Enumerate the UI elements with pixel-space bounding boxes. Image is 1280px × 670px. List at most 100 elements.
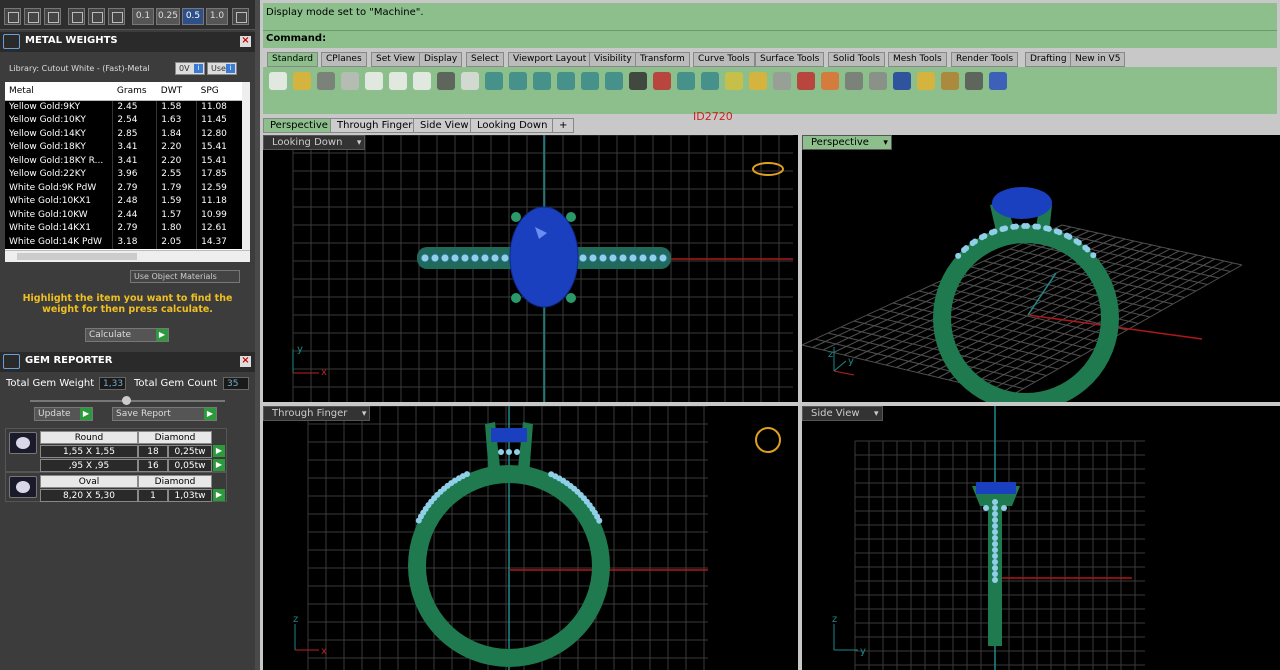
- snap-0.25[interactable]: 0.25: [156, 8, 180, 25]
- viewport-label-perspective[interactable]: Perspective: [802, 135, 892, 150]
- undo-icon[interactable]: [437, 72, 455, 90]
- camera-icon[interactable]: [701, 72, 719, 90]
- gem-row[interactable]: Round Diamond 1,55 X 1,55 18 0,25tw ▶ ,95 X ,9…: [5, 428, 227, 472]
- viewport-label-side-view[interactable]: Side View: [802, 406, 883, 421]
- tab-surface-tools[interactable]: Surface Tools: [755, 52, 825, 67]
- tab-transform[interactable]: Transform: [635, 52, 690, 67]
- column-header[interactable]: Metal: [5, 82, 113, 101]
- table-row[interactable]: White Gold:14KX1 2.79 1.80 12.61: [5, 221, 243, 235]
- open-folder-icon[interactable]: [293, 72, 311, 90]
- light-bulb-icon[interactable]: [725, 72, 743, 90]
- viewport-tab-looking-down[interactable]: Looking Down: [470, 118, 555, 133]
- use-object-materials-toggle[interactable]: Use Object Materials: [130, 270, 240, 283]
- zoom-extents-icon[interactable]: [557, 72, 575, 90]
- viewport-looking-down[interactable]: y x Looking Down: [263, 135, 798, 402]
- lock-icon[interactable]: [749, 72, 767, 90]
- viewport-label-looking-down[interactable]: Looking Down: [263, 135, 366, 150]
- unit-select[interactable]: 0V i: [175, 62, 205, 75]
- sphere-icon[interactable]: [845, 72, 863, 90]
- tab-viewport-layout[interactable]: Viewport Layout: [508, 52, 592, 67]
- tab-set-view[interactable]: Set View: [371, 52, 420, 67]
- gem-slider-thumb[interactable]: [122, 396, 131, 405]
- table-row[interactable]: White Gold:14K PdW 3.18 2.05 14.37: [5, 235, 243, 249]
- snap-0.1[interactable]: 0.1: [132, 8, 154, 25]
- tab-render-tools[interactable]: Render Tools: [951, 52, 1019, 67]
- paste-icon[interactable]: [413, 72, 431, 90]
- play-icon[interactable]: ▶: [213, 459, 225, 471]
- help-icon[interactable]: [989, 72, 1007, 90]
- tab-select[interactable]: Select: [466, 52, 504, 67]
- cut-icon[interactable]: [389, 72, 407, 90]
- tab-visibility[interactable]: Visibility: [589, 52, 637, 67]
- zoom-window-icon[interactable]: [533, 72, 551, 90]
- view-icon[interactable]: [677, 72, 695, 90]
- gem-row[interactable]: Oval Diamond 8,20 X 5,30 1 1,03tw ▶: [5, 472, 227, 502]
- print-icon[interactable]: [341, 72, 359, 90]
- table-row[interactable]: Yellow Gold:18KY R... 3.41 2.20 15.41: [5, 154, 243, 168]
- table-row[interactable]: Yellow Gold:22KY 3.96 2.55 17.85: [5, 167, 243, 181]
- user-select[interactable]: User i: [207, 62, 237, 75]
- material-icon[interactable]: [797, 72, 815, 90]
- table-row[interactable]: Yellow Gold:9KY 2.45 1.58 11.08: [5, 100, 243, 114]
- table-row[interactable]: White Gold:10KX1 2.48 1.59 11.18: [5, 194, 243, 208]
- save-report-button[interactable]: Save Report ▶: [112, 407, 217, 421]
- tab-curve-tools[interactable]: Curve Tools: [693, 52, 755, 67]
- tab-solid-tools[interactable]: Solid Tools: [828, 52, 885, 67]
- zoom-selected-icon[interactable]: [581, 72, 599, 90]
- cross-icon[interactable]: [108, 8, 125, 25]
- tab-display[interactable]: Display: [419, 52, 463, 67]
- play-icon[interactable]: ▶: [213, 489, 225, 501]
- move-icon[interactable]: [485, 72, 503, 90]
- column-header[interactable]: Grams: [112, 82, 157, 101]
- new-file-icon[interactable]: [269, 72, 287, 90]
- rotate-icon[interactable]: [605, 72, 623, 90]
- line-icon[interactable]: [44, 8, 61, 25]
- column-header[interactable]: SPG: [196, 82, 243, 101]
- tab-cplanes[interactable]: CPlanes: [321, 52, 367, 67]
- table-row[interactable]: Yellow Gold:14KY 2.85 1.84 12.80: [5, 127, 243, 141]
- render-icon[interactable]: [869, 72, 887, 90]
- viewport-perspective[interactable]: y z Perspective: [802, 135, 1280, 402]
- curve-icon[interactable]: [68, 8, 85, 25]
- snap-icon[interactable]: [965, 72, 983, 90]
- viewport-label-through-finger[interactable]: Through Finger: [263, 406, 371, 421]
- pan-icon[interactable]: [461, 72, 479, 90]
- viewport-tab-add[interactable]: +: [552, 118, 575, 133]
- save-icon[interactable]: [317, 72, 335, 90]
- viewport-tab-side-view[interactable]: Side View: [413, 118, 476, 133]
- calculate-button[interactable]: Calculate ▶: [85, 328, 169, 342]
- tab-new-in-v5[interactable]: New in V5: [1070, 52, 1126, 67]
- color-wheel-icon[interactable]: [821, 72, 839, 90]
- tab-drafting[interactable]: Drafting: [1025, 52, 1072, 67]
- copy-icon[interactable]: [365, 72, 383, 90]
- layer-icon[interactable]: [773, 72, 791, 90]
- zoom-icon[interactable]: [509, 72, 527, 90]
- close-icon[interactable]: ×: [240, 356, 251, 367]
- horizontal-scrollbar[interactable]: [5, 250, 250, 262]
- snap-1.0[interactable]: 1.0: [206, 8, 228, 25]
- vertical-scrollbar[interactable]: [242, 82, 250, 250]
- viewport-tab-perspective[interactable]: Perspective: [263, 118, 335, 133]
- command-prompt[interactable]: Command:: [263, 30, 1277, 48]
- table-row[interactable]: White Gold:10KW 2.44 1.57 10.99: [5, 208, 243, 222]
- column-header[interactable]: DWT: [156, 82, 197, 101]
- viewport-side-view[interactable]: z y Side View: [802, 406, 1280, 670]
- tab-mesh-tools[interactable]: Mesh Tools: [888, 52, 947, 67]
- viewport-through-finger[interactable]: z x Through Finger: [263, 406, 798, 670]
- snap-0.5[interactable]: 0.5: [182, 8, 204, 25]
- update-button[interactable]: Update ▶: [34, 407, 93, 421]
- play-icon[interactable]: ▶: [213, 445, 225, 457]
- gear-icon[interactable]: [941, 72, 959, 90]
- table-row[interactable]: Yellow Gold:10KY 2.54 1.63 11.45: [5, 113, 243, 127]
- close-icon[interactable]: ×: [240, 36, 251, 47]
- grid-icon[interactable]: [232, 8, 249, 25]
- car-icon[interactable]: [653, 72, 671, 90]
- diamond-icon[interactable]: [88, 8, 105, 25]
- table-row[interactable]: Yellow Gold:18KY 3.41 2.20 15.41: [5, 140, 243, 154]
- cube-icon[interactable]: [24, 8, 41, 25]
- paint-icon[interactable]: [917, 72, 935, 90]
- four-view-icon[interactable]: [629, 72, 647, 90]
- tab-standard[interactable]: Standard: [267, 52, 318, 67]
- globe-icon[interactable]: [893, 72, 911, 90]
- viewport-tab-through-finger[interactable]: Through Finger: [330, 118, 420, 133]
